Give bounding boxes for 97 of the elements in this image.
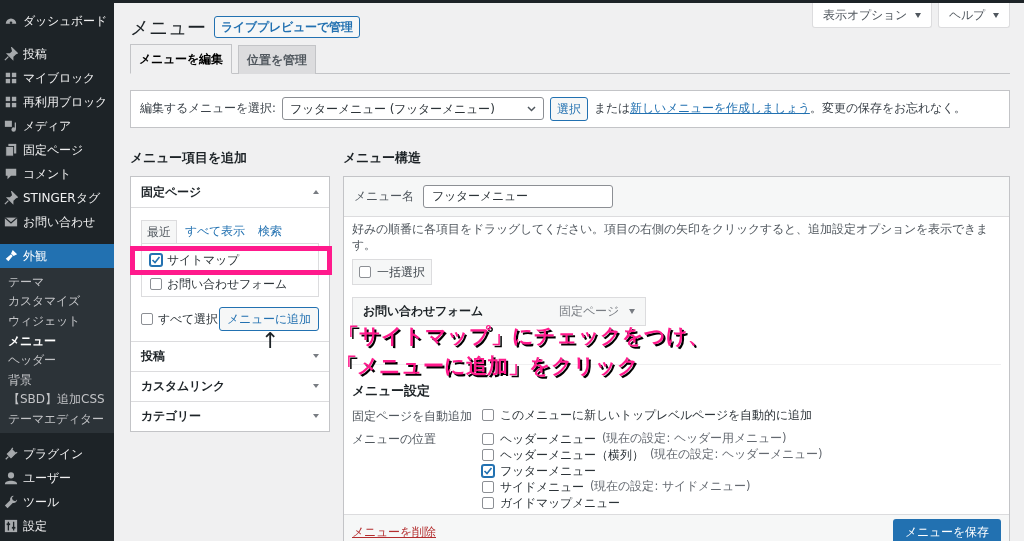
sidebar-item[interactable]: ツール (0, 489, 114, 514)
expand-icon (313, 414, 319, 418)
checkbox-label: ガイドマップメニュー (500, 494, 620, 512)
accordion-header[interactable]: カスタムリンク (131, 370, 329, 401)
checkbox[interactable] (150, 254, 162, 266)
settings-heading: メニュー設定 (352, 382, 431, 400)
sidebar-item[interactable]: 投稿 (0, 42, 114, 66)
collapse-icon (313, 189, 319, 194)
user-icon (4, 470, 18, 485)
sidebar-item[interactable]: 固定ページ (0, 138, 114, 162)
pages-icon (4, 143, 18, 157)
section-heading: メニュー項目を追加 (130, 149, 248, 167)
sidebar-item[interactable]: お問い合わせ (0, 210, 114, 234)
annotation-text: 「サイトマップ」にチェックをつけ、 (338, 326, 709, 347)
sidebar-item[interactable]: マイブロック (0, 66, 114, 90)
expand-icon (313, 384, 319, 388)
sidebar-item[interactable]: ユーザー (0, 465, 114, 490)
caret-icon (629, 308, 635, 314)
select-button[interactable]: 選択 (549, 96, 588, 121)
envelope-icon (4, 215, 18, 229)
wrench-icon (4, 494, 18, 509)
dropdown-button[interactable]: ヘルプ (938, 3, 1010, 28)
annotation-text: 「メニューに追加」をクリック (336, 356, 639, 377)
setting-note: (現在の設定: サイドメニュー) (590, 477, 751, 495)
grid-icon (4, 71, 18, 85)
field-label: 編集するメニューを選択: (140, 99, 276, 117)
delete-menu-link[interactable]: メニューを削除 (352, 523, 436, 541)
create-menu-link[interactable]: 新しいメニューを作成しましょう (629, 100, 810, 115)
checkbox-label: フッターメニュー (500, 462, 596, 480)
media-icon (4, 119, 18, 133)
pin-icon (4, 191, 18, 205)
setting-note: (現在の設定: ヘッダーメニュー) (650, 445, 823, 463)
checkbox-label: サイドメニュー (500, 478, 584, 496)
item-type: 固定ページ (559, 303, 619, 321)
tab[interactable]: 検索 (253, 219, 287, 243)
checkbox[interactable] (482, 448, 494, 461)
caret-icon (915, 12, 921, 18)
submenu-item[interactable]: カスタマイズ (0, 291, 114, 312)
comment-icon (4, 167, 18, 181)
sidebar-item[interactable]: ダッシュボード (0, 9, 114, 33)
expand-icon (313, 354, 319, 358)
page-title: メニュー (130, 15, 206, 40)
setting-label: メニューの位置 (352, 431, 437, 448)
save-menu-button[interactable]: メニューを保存 (893, 519, 1001, 541)
tab[interactable]: メニューを編集 (130, 43, 232, 74)
hint-text: または新しいメニューを作成しましょう。変更の保存をお忘れなく。 (593, 99, 966, 117)
chevron-icon (526, 105, 536, 112)
submenu-item[interactable]: ヘッダー (0, 350, 114, 370)
grid-icon (4, 95, 18, 109)
checkbox[interactable] (150, 278, 162, 290)
checkbox-label: ヘッダーメニュー（横列） (500, 446, 644, 464)
menu-select[interactable]: フッターメニュー (フッターメニュー) (281, 97, 544, 120)
checkbox[interactable] (482, 496, 494, 509)
bulk-select-control[interactable]: 一括選択 (352, 258, 432, 285)
pin-icon (4, 47, 18, 61)
checkbox[interactable] (482, 432, 494, 445)
tab[interactable]: 最近 (141, 219, 177, 243)
brush-icon (4, 249, 18, 263)
sidebar-item[interactable]: 設定 (0, 513, 114, 538)
submenu-item[interactable]: 【SBD】追加CSS (0, 389, 114, 410)
section-heading: メニュー構造 (343, 149, 422, 167)
dropdown-button[interactable]: 表示オプション (812, 3, 932, 28)
field-label: メニュー名 (354, 188, 414, 205)
sidebar-item[interactable]: メディア (0, 114, 114, 138)
menu-name-field[interactable]: フッターメニュー (423, 184, 613, 208)
sidebar-item[interactable]: STINGERタグ (0, 186, 114, 210)
submenu-item[interactable]: テーマ (0, 272, 114, 292)
checkbox-label: すべて選択 (158, 310, 218, 328)
sidebar-item[interactable]: 外観 (0, 244, 114, 268)
settings-icon (4, 518, 18, 533)
sidebar-item[interactable]: 再利用ブロック (0, 90, 114, 114)
submenu-item[interactable]: 背景 (0, 369, 114, 390)
sidebar-item[interactable]: コメント (0, 162, 114, 186)
instruction-text: 好みの順番に各項目をドラッグしてください。項目の右側の矢印をクリックすると、追加設定オプションを表示できます。 (352, 220, 989, 253)
live-preview-button[interactable]: ライブプレビューで管理 (214, 16, 360, 39)
submenu-item[interactable]: テーマエディター (0, 409, 114, 429)
submenu-item[interactable]: メニュー (0, 330, 114, 351)
checkbox-label: ヘッダーメニュー (500, 430, 596, 448)
checkbox[interactable] (482, 464, 494, 477)
plug-icon (4, 446, 18, 461)
setting-label: 固定ページを自動追加 (352, 407, 473, 425)
checkbox[interactable] (482, 409, 494, 422)
setting-note: (現在の設定: ヘッダー用メニュー) (602, 429, 787, 447)
menu-item-bar[interactable]: お問い合わせフォーム 固定ページ (352, 296, 646, 326)
checkbox[interactable] (141, 312, 153, 325)
checkbox[interactable] (482, 480, 494, 493)
tab[interactable]: すべて表示 (180, 219, 250, 243)
submenu-item[interactable]: ウィジェット (0, 311, 114, 331)
tab[interactable]: 位置を管理 (238, 44, 316, 74)
add-to-menu-button[interactable]: メニューに追加 (219, 306, 319, 331)
checkbox-label: サイトマップ (167, 252, 239, 269)
caret-icon (993, 12, 999, 18)
checkbox[interactable] (359, 265, 371, 278)
accordion-header[interactable]: カテゴリー (131, 400, 329, 431)
checkbox-label: このメニューに新しいトップレベルページを自動的に追加 (500, 407, 812, 425)
sidebar-item[interactable]: プラグイン (0, 441, 114, 466)
checkbox-label: お問い合わせフォーム (167, 276, 287, 293)
